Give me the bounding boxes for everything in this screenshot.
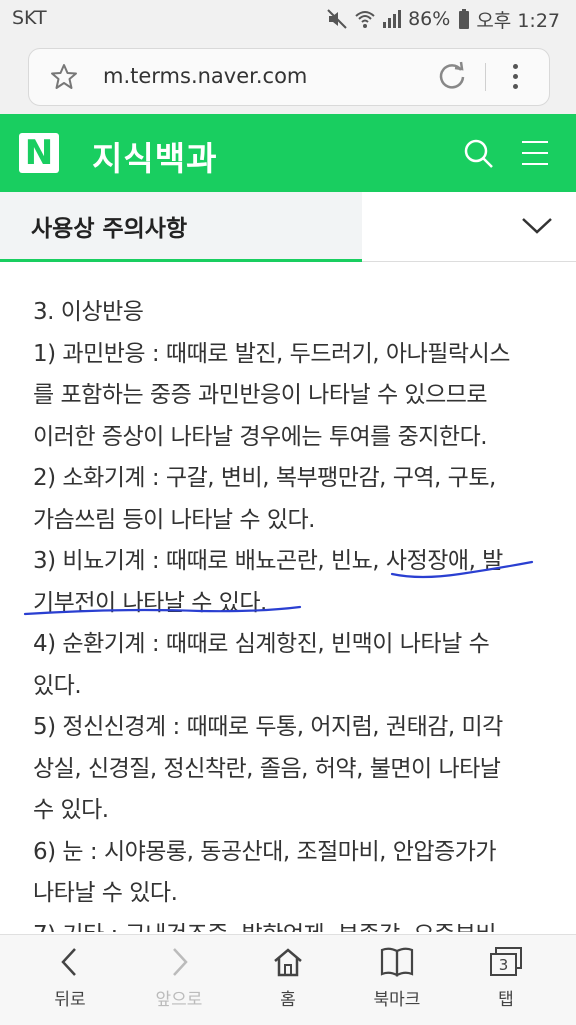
bookmark-icon [352, 945, 442, 979]
status-icons: 86% 오후 1:27 [326, 5, 560, 33]
forward-button[interactable]: 앞으로 [134, 945, 224, 1021]
url-text[interactable]: m.terms.naver.com [103, 64, 307, 88]
bookmarks-label: 북마크 [373, 990, 421, 1010]
url-divider [485, 63, 486, 91]
site-header: N 지식백과 [0, 114, 576, 192]
home-label: 홈 [280, 990, 296, 1010]
clock: 오후 1:27 [476, 9, 560, 32]
handwritten-underline [23, 560, 534, 616]
back-label: 뒤로 [54, 990, 86, 1010]
tab-count: 3 [498, 956, 509, 974]
home-icon [243, 945, 333, 979]
browser-address-bar: m.terms.naver.com [0, 38, 576, 114]
section-title: 사용상 주의사항 [31, 216, 188, 242]
mute-icon [326, 8, 348, 30]
status-bar: SKT 86% 오후 1:27 [0, 0, 576, 38]
wifi-icon [354, 8, 376, 30]
back-icon [25, 945, 115, 979]
browser-toolbar: 뒤로 앞으로 홈 북마크 3 탭 [0, 934, 576, 1025]
more-icon[interactable] [506, 62, 526, 92]
back-button[interactable]: 뒤로 [25, 945, 115, 1021]
section-tab[interactable]: 사용상 주의사항 [0, 192, 362, 262]
battery-percent: 86% [408, 8, 451, 30]
chevron-down-icon[interactable] [520, 214, 554, 240]
service-title[interactable]: 지식백과 [92, 132, 217, 180]
menu-icon[interactable] [522, 140, 548, 166]
bookmarks-button[interactable]: 북마크 [352, 945, 442, 1021]
forward-icon [134, 945, 224, 979]
reload-icon[interactable] [435, 60, 469, 98]
forward-label: 앞으로 [155, 990, 203, 1010]
home-button[interactable]: 홈 [243, 945, 333, 1021]
tabs-icon: 3 [488, 945, 524, 979]
article-content: 3. 이상반응 1) 과민반응 : 때때로 발진, 두드러기, 아나필락시스 를… [0, 262, 576, 932]
signal-icon [382, 9, 402, 29]
logo-letter: N [24, 133, 54, 173]
carrier-label: SKT [12, 7, 47, 29]
section-selector[interactable]: 사용상 주의사항 [0, 192, 576, 262]
naver-logo[interactable]: N [19, 133, 59, 173]
star-icon[interactable] [49, 62, 79, 96]
url-field[interactable]: m.terms.naver.com [28, 48, 550, 106]
search-icon[interactable] [463, 138, 495, 174]
tabs-label: 탭 [498, 990, 514, 1010]
battery-icon [458, 8, 470, 30]
tabs-button[interactable]: 3 탭 [461, 945, 551, 1021]
